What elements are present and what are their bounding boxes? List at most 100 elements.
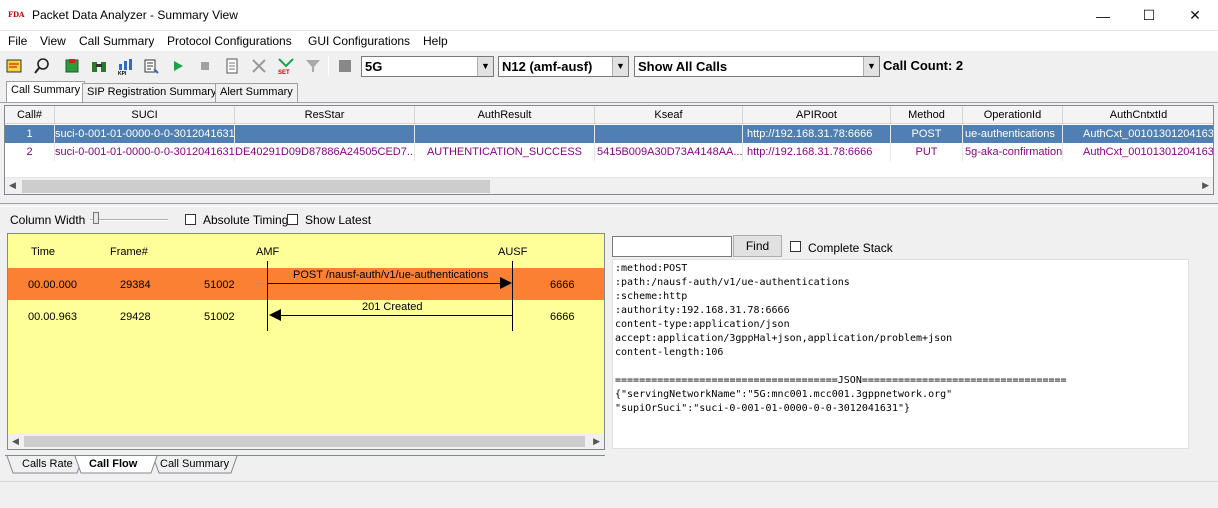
set-icon[interactable]: SET	[275, 55, 297, 77]
clear-icon[interactable]	[334, 55, 356, 77]
table-cell: POST	[891, 125, 963, 143]
absolute-timing-checkbox[interactable]	[185, 214, 196, 225]
table-cell	[235, 125, 415, 143]
flow-header-time: Time	[31, 246, 56, 258]
show-latest-checkbox[interactable]	[287, 214, 298, 225]
network-select-value: 5G	[365, 59, 383, 74]
scroll-left-icon[interactable]: ◀	[9, 180, 16, 191]
kpi-icon[interactable]: KPI	[115, 55, 137, 77]
app-icon: FDA	[8, 10, 25, 19]
column-width-slider[interactable]	[90, 219, 168, 221]
flow-time: 00.00.000	[28, 279, 77, 291]
column-header-authresult[interactable]: AuthResult	[415, 106, 595, 124]
chevron-down-icon[interactable]: ▼	[477, 57, 493, 76]
tab-alert-summary[interactable]: Alert Summary	[215, 83, 298, 102]
flow-src-port: 51002	[204, 311, 235, 323]
tab-sip-registration-summary[interactable]: SIP Registration Summary	[82, 83, 222, 102]
tab-call-summary[interactable]: Call Summary	[6, 81, 86, 102]
open-file-icon[interactable]	[4, 55, 26, 77]
pane-splitter[interactable]	[0, 203, 1218, 207]
flow-header-ausf: AUSF	[498, 246, 528, 258]
table-cell: 1	[5, 125, 55, 143]
settings-icon[interactable]	[140, 55, 162, 77]
summary-tabs: Call Summary SIP Registration Summary Al…	[0, 81, 1218, 103]
column-header-resstar[interactable]: ResStar	[235, 106, 415, 124]
table-cell: 5g-aka-confirmation	[963, 143, 1063, 161]
call-flow-row[interactable]: 00.00.963 29428 51002 201 Created 6666	[8, 300, 604, 332]
flow-horizontal-scrollbar[interactable]: ◀ ▶	[8, 434, 604, 449]
chevron-down-icon[interactable]: ▼	[612, 57, 628, 76]
table-cell: http://192.168.31.78:6666	[743, 143, 891, 161]
minimize-button[interactable]: —	[1080, 0, 1126, 31]
scroll-right-icon[interactable]: ▶	[1202, 180, 1209, 191]
interface-select[interactable]: N12 (amf-ausf) ▼	[498, 56, 629, 77]
menu-help[interactable]: Help	[423, 34, 448, 48]
menu-bar: File View Call Summary Protocol Configur…	[0, 31, 1218, 51]
table-cell: AuthCxt_00101301204163	[1063, 125, 1213, 143]
scroll-right-icon[interactable]: ▶	[593, 436, 600, 447]
detail-line: =====================================JSO…	[615, 375, 1067, 386]
find-button[interactable]: Find	[733, 235, 782, 257]
network-select[interactable]: 5G ▼	[361, 56, 494, 77]
call-flow-options: Column Width Absolute Timing Show Latest	[0, 210, 1218, 230]
call-flow-row[interactable]: 00.00.000 29384 51002 POST /nausf-auth/v…	[8, 268, 604, 300]
table-cell: suci-0-001-01-0000-0-0-3012041631	[55, 143, 235, 161]
tools-icon[interactable]	[248, 55, 270, 77]
column-header-call-num[interactable]: Call#	[5, 106, 55, 124]
tab-call-flow[interactable]: Call Flow	[89, 456, 137, 474]
calls-filter-select[interactable]: Show All Calls ▼	[634, 56, 880, 77]
column-header-method[interactable]: Method	[891, 106, 963, 124]
menu-protocol-configurations[interactable]: Protocol Configurations	[167, 34, 292, 48]
menu-file[interactable]: File	[8, 34, 27, 48]
call-flow-diagram: Time Frame# AMF AUSF 00.00.000 29384 510…	[7, 233, 605, 450]
bottom-tabs: Calls Rate Call Flow Call Summary	[5, 455, 605, 475]
column-header-suci[interactable]: SUCI	[55, 106, 235, 124]
find-input[interactable]	[612, 236, 732, 257]
notes-icon[interactable]	[221, 55, 243, 77]
binoculars-icon[interactable]	[88, 55, 110, 77]
interface-select-value: N12 (amf-ausf)	[502, 59, 593, 74]
tab-call-summary-bottom[interactable]: Call Summary	[160, 456, 229, 474]
table-horizontal-scrollbar[interactable]: ◀ ▶	[5, 177, 1213, 194]
flow-time: 00.00.963	[28, 311, 77, 323]
flow-message: 201 Created	[362, 301, 423, 313]
table-cell: http://192.168.31.78:6666	[743, 125, 891, 143]
maximize-button[interactable]: ☐	[1126, 0, 1172, 31]
column-header-authcntxtid[interactable]: AuthCntxtId	[1063, 106, 1213, 124]
filter-icon[interactable]	[302, 55, 324, 77]
table-row[interactable]: 1 suci-0-001-01-0000-0-0-3012041631 http…	[5, 125, 1213, 143]
close-button[interactable]: ✕	[1172, 0, 1218, 31]
detail-line: content-type:application/json	[615, 319, 790, 330]
tab-calls-rate[interactable]: Calls Rate	[22, 456, 73, 474]
column-header-apiroot[interactable]: APIRoot	[743, 106, 891, 124]
scroll-left-icon[interactable]: ◀	[12, 436, 19, 447]
detail-line: :authority:192.168.31.78:6666	[615, 305, 790, 316]
scrollbar-thumb[interactable]	[22, 180, 490, 193]
stop-icon[interactable]	[194, 55, 216, 77]
menu-gui-configurations[interactable]: GUI Configurations	[308, 34, 410, 48]
table-cell: DE40291D09D87886A24505CED7...	[235, 143, 415, 161]
column-header-kseaf[interactable]: Kseaf	[595, 106, 743, 124]
search-icon[interactable]	[31, 55, 53, 77]
table-cell: ue-authentications	[963, 125, 1063, 143]
column-width-label: Column Width	[10, 213, 86, 227]
column-header-operationid[interactable]: OperationId	[963, 106, 1063, 124]
table-row[interactable]: 2 suci-0-001-01-0000-0-0-3012041631 DE40…	[5, 143, 1213, 161]
packet-detail-pane[interactable]: :method:POST :path:/nausf-auth/v1/ue-aut…	[612, 259, 1189, 449]
arrow-left-icon	[269, 309, 281, 321]
scrollbar-thumb[interactable]	[24, 436, 585, 447]
column-width-slider-thumb[interactable]	[93, 212, 99, 224]
flow-header-frame: Frame#	[110, 246, 148, 258]
complete-stack-label: Complete Stack	[808, 241, 893, 255]
export-icon[interactable]	[61, 55, 83, 77]
complete-stack-checkbox[interactable]	[790, 241, 801, 252]
menu-view[interactable]: View	[40, 34, 66, 48]
ausf-lifeline	[512, 261, 513, 331]
chevron-down-icon[interactable]: ▼	[863, 57, 879, 76]
window-title: Packet Data Analyzer - Summary View	[32, 8, 238, 22]
menu-call-summary[interactable]: Call Summary	[79, 34, 154, 48]
flow-src-port: 51002	[204, 279, 235, 291]
toolbar: KPI SET 5G ▼ N12 (amf-ausf) ▼ Show All C…	[0, 53, 1218, 81]
detail-line: :scheme:http	[615, 291, 688, 302]
play-icon[interactable]	[167, 55, 189, 77]
